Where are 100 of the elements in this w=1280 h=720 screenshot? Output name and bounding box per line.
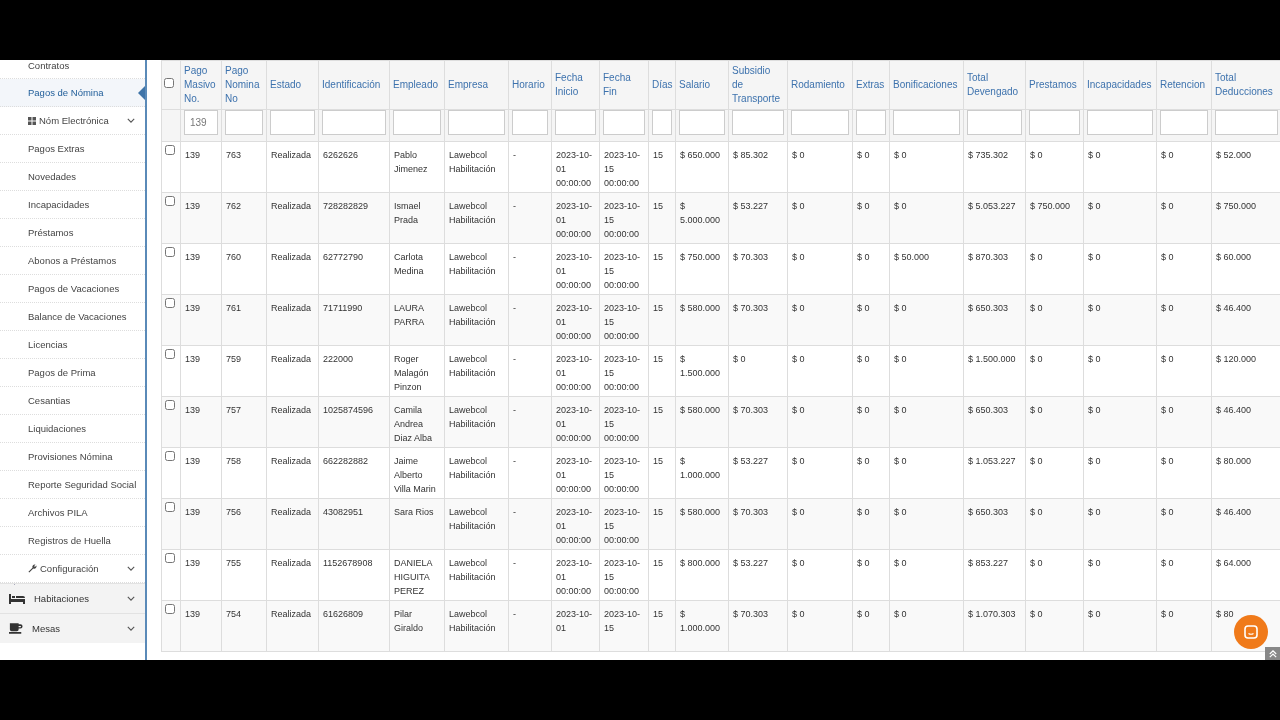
table-cell: Lawebcol Habilitación: [449, 558, 496, 582]
filter-field[interactable]: [1029, 110, 1080, 135]
filter-field[interactable]: [967, 110, 1022, 135]
table-cell: Realizada: [271, 201, 312, 211]
sidebar-item[interactable]: Reporte Seguridad Social: [0, 471, 145, 499]
table-cell: 15: [653, 405, 663, 415]
filter-field[interactable]: [603, 110, 645, 135]
table-cell: $ 870.303: [968, 252, 1009, 262]
table-cell: $ 0: [857, 303, 870, 313]
table-cell: 71711990: [323, 303, 363, 313]
filter-field[interactable]: 139: [184, 110, 218, 135]
table-cell: Realizada: [271, 558, 312, 568]
table-cell: $ 853.227: [968, 558, 1009, 568]
sidebar-item[interactable]: Novedades: [0, 163, 145, 191]
table-cell: $ 0: [792, 252, 805, 262]
sidebar-item[interactable]: Mesas: [0, 613, 145, 643]
sidebar-item[interactable]: Pagos de Nómina: [0, 79, 145, 107]
sidebar-item[interactable]: Incapacidades: [0, 191, 145, 219]
scroll-top-button[interactable]: [1265, 647, 1280, 660]
sidebar-item[interactable]: Abonos a Préstamos: [0, 247, 145, 275]
table-cell: $ 70.303: [733, 609, 769, 619]
filter-field[interactable]: [652, 110, 672, 135]
table-cell: $ 0: [1161, 303, 1174, 313]
table-cell: $ 85.302: [733, 150, 769, 160]
table-cell: -: [513, 201, 516, 211]
table-cell: $ 46.400: [1216, 507, 1252, 517]
sidebar-item[interactable]: Pagos Extras: [0, 135, 145, 163]
sidebar-item[interactable]: Licencias: [0, 331, 145, 359]
filter-field[interactable]: [1215, 110, 1278, 135]
table-cell: $ 750.000: [680, 252, 721, 262]
filter-field[interactable]: [732, 110, 784, 135]
row-checkbox[interactable]: [165, 400, 175, 410]
table-cell: Lawebcol Habilitación: [449, 456, 496, 480]
sidebar-item[interactable]: Contratos: [0, 60, 145, 79]
filter-field[interactable]: [322, 110, 386, 135]
row-checkbox[interactable]: [165, 298, 175, 308]
filter-field[interactable]: [270, 110, 315, 135]
table-cell: $ 0: [733, 354, 746, 364]
table-cell: $ 0: [1161, 405, 1174, 415]
sidebar-item[interactable]: Pagos de Prima: [0, 359, 145, 387]
row-checkbox[interactable]: [165, 553, 175, 563]
filter-field[interactable]: [512, 110, 548, 135]
filter-field[interactable]: [448, 110, 505, 135]
table-cell: 2023-10-01 00:00:00: [556, 405, 593, 443]
filter-field[interactable]: [856, 110, 886, 135]
table-cell: $ 580.000: [680, 405, 721, 415]
sidebar-item[interactable]: Préstamos: [0, 219, 145, 247]
row-checkbox[interactable]: [165, 502, 175, 512]
filter-field[interactable]: [791, 110, 849, 135]
sidebar-item[interactable]: Provisiones Nómina: [0, 443, 145, 471]
row-checkbox[interactable]: [165, 604, 175, 614]
table-cell: Lawebcol Habilitación: [449, 405, 496, 429]
select-all-checkbox[interactable]: [164, 78, 174, 88]
filter-field[interactable]: [1087, 110, 1153, 135]
table-cell: 2023-10-01 00:00:00: [556, 150, 593, 188]
table-cell: $ 0: [894, 558, 907, 568]
sidebar-item[interactable]: Archivos PILA: [0, 499, 145, 527]
sidebar-item[interactable]: Balance de Vacaciones: [0, 303, 145, 331]
filter-field[interactable]: [679, 110, 725, 135]
sidebar-item[interactable]: Nóm Electrónica: [0, 107, 145, 135]
table-cell: 15: [653, 456, 663, 466]
table-cell: 2023-10-15 00:00:00: [604, 150, 641, 188]
table-cell: $ 70.303: [733, 303, 769, 313]
table-cell: -: [513, 252, 516, 262]
row-checkbox[interactable]: [165, 247, 175, 257]
table-cell: $ 0: [1030, 558, 1043, 568]
active-indicator: [138, 86, 145, 100]
table-cell: $ 0: [857, 354, 870, 364]
filter-field[interactable]: [555, 110, 596, 135]
table-cell: $ 0: [894, 456, 907, 466]
table-cell: $ 50.000: [894, 252, 930, 262]
sidebar-item[interactable]: Habitaciones: [0, 583, 145, 613]
filter-field[interactable]: [1160, 110, 1208, 135]
table-cell: $ 800.000: [680, 558, 721, 568]
table-cell: $ 0: [894, 507, 907, 517]
table-cell: $ 80.000: [1216, 456, 1252, 466]
table-cell: 2023-10-15 00:00:00: [604, 456, 641, 494]
table-cell: $ 0: [1030, 354, 1043, 364]
table-cell: $ 1.000.000: [680, 456, 721, 480]
sidebar-item[interactable]: Registros de Huella: [0, 527, 145, 555]
filter-field[interactable]: [893, 110, 960, 135]
row-checkbox[interactable]: [165, 451, 175, 461]
table-cell: $ 0: [792, 609, 805, 619]
filter-field[interactable]: [393, 110, 441, 135]
table-cell: -: [513, 507, 516, 517]
table-cell: $ 750.000: [1216, 201, 1257, 211]
sidebar-item[interactable]: Configuración: [0, 555, 145, 583]
table-cell: $ 0: [1161, 507, 1174, 517]
table-cell: Jaime Alberto Villa Marin: [394, 456, 436, 494]
table-cell: 15: [653, 303, 663, 313]
table-cell: 15: [653, 507, 663, 517]
row-checkbox[interactable]: [165, 145, 175, 155]
column-header[interactable]: Días: [652, 78, 672, 92]
row-checkbox[interactable]: [165, 196, 175, 206]
sidebar-item[interactable]: Cesantias: [0, 387, 145, 415]
table-cell: $ 1.500.000: [680, 354, 721, 378]
sidebar-item[interactable]: Liquidaciones: [0, 415, 145, 443]
filter-field[interactable]: [225, 110, 263, 135]
row-checkbox[interactable]: [165, 349, 175, 359]
sidebar-item[interactable]: Pagos de Vacaciones: [0, 275, 145, 303]
